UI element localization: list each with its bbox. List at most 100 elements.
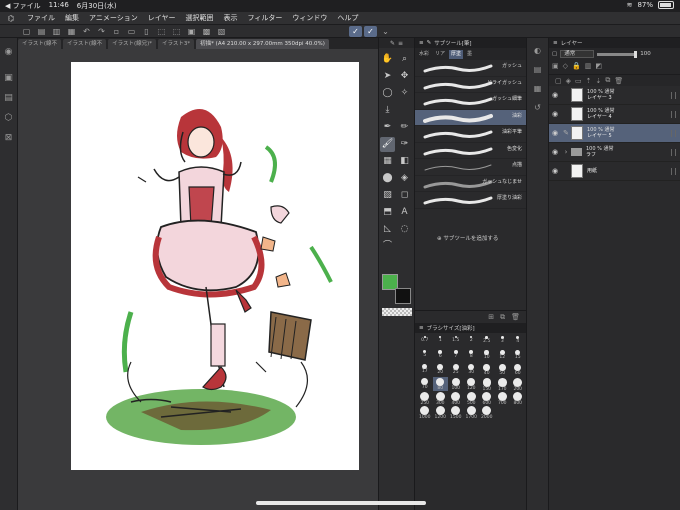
color-wheel-icon[interactable]: ◐	[532, 45, 544, 57]
brush-item[interactable]: ドライガッシュ	[415, 77, 526, 93]
menu-view[interactable]: 表示	[219, 13, 243, 23]
blend-mode-select[interactable]: 通常	[560, 50, 595, 58]
brush-size-option[interactable]: 170	[495, 377, 511, 392]
snap-icon[interactable]: ✓	[364, 25, 377, 37]
menu-icon[interactable]: ≡	[398, 40, 403, 47]
brush-size-option[interactable]: 5	[417, 349, 433, 363]
invert-icon[interactable]: ⬚	[170, 26, 183, 37]
brush-size-option[interactable]: 700	[495, 391, 511, 406]
mask-icon[interactable]: ◩	[595, 62, 602, 70]
new-raster-icon[interactable]: ▢	[555, 77, 562, 85]
subtool-tab-active[interactable]: 厚塗	[449, 49, 464, 59]
eye-icon[interactable]: ◉	[549, 167, 561, 175]
figure-icon[interactable]: ◻	[397, 188, 412, 203]
back-to-files-link[interactable]: ◀ ファイル	[5, 1, 41, 11]
menu-layer[interactable]: レイヤー	[143, 13, 181, 23]
panel-icon[interactable]: ▣	[3, 72, 15, 84]
balloon-icon[interactable]: ◌	[397, 222, 412, 237]
deselect-icon[interactable]: ⬚	[155, 26, 168, 37]
reference-layer-icon[interactable]: ◇	[563, 62, 568, 70]
doc-tab[interactable]: イラスト3*	[158, 38, 195, 49]
lock-alpha-icon[interactable]: ▥	[585, 62, 592, 70]
brush-size-option[interactable]: 2	[464, 335, 480, 349]
brush-item[interactable]: 油彩	[415, 109, 526, 126]
clip-icon[interactable]: ▣	[552, 62, 559, 70]
brush-size-option[interactable]: 0.7	[417, 335, 433, 349]
gradient-icon[interactable]: ▧	[380, 188, 395, 203]
subtool-tab[interactable]: 墨	[465, 50, 474, 59]
doc-tab-active[interactable]: 初描* (A4 210.00 x 297.00mm 350dpi 40.0%)	[196, 38, 329, 49]
add-icon[interactable]: ⊞	[488, 313, 494, 321]
menu-filter[interactable]: フィルター	[243, 13, 288, 23]
layer-panel-icon[interactable]: ▦	[532, 83, 544, 95]
brush-size-option[interactable]: 1500	[448, 405, 464, 420]
ref-icon[interactable]: ▢	[552, 51, 557, 57]
brush-size-option[interactable]: 8	[464, 349, 480, 363]
magic-wand-icon[interactable]: ✧	[397, 86, 412, 101]
zoom-icon[interactable]: ⌕	[397, 52, 412, 67]
pencil-icon[interactable]: ✏	[397, 120, 412, 135]
brush-size-option[interactable]: 100	[448, 377, 464, 391]
drag-handle[interactable]	[671, 111, 676, 118]
brush-size-option[interactable]: 1	[433, 335, 449, 349]
brush-size-option[interactable]: 30	[464, 363, 480, 377]
brush-size-option[interactable]: 50	[495, 363, 511, 377]
eye-icon[interactable]: ◉	[549, 110, 561, 118]
brush-size-option[interactable]: 6	[433, 349, 449, 363]
brush-size-option[interactable]: 10	[479, 349, 495, 363]
copy-icon[interactable]: ▯	[140, 26, 153, 37]
brush-size-option[interactable]: 15	[510, 349, 526, 363]
delete-layer-icon[interactable]: 🗑	[614, 77, 623, 85]
reference-icon[interactable]: ⊠	[3, 132, 15, 144]
hand-icon[interactable]: ✋	[380, 52, 395, 67]
eye-icon[interactable]: ◉	[549, 129, 561, 137]
eye-icon[interactable]: ◉	[549, 91, 561, 99]
brush-size-option[interactable]: 120	[464, 377, 480, 391]
undo-icon[interactable]: ↶	[80, 26, 93, 37]
move-icon[interactable]: ✥	[397, 69, 412, 84]
brush-item[interactable]: ガッシュ	[415, 60, 526, 77]
lock-icon[interactable]: 🔒	[572, 62, 581, 70]
layer-folder[interactable]: ◉ › 100 % 通常 ラフ	[549, 143, 680, 162]
cut-icon[interactable]: ▭	[125, 26, 138, 37]
lasso-icon[interactable]: ◯	[380, 86, 395, 101]
transparent-color-swatch[interactable]	[382, 308, 412, 316]
open-icon[interactable]: ▤	[35, 26, 48, 37]
layer-row[interactable]: ◉ 100 % 通常 レイヤー 3	[549, 86, 680, 105]
canvas-paper[interactable]	[71, 62, 359, 470]
brush-item[interactable]: 点描	[415, 159, 526, 176]
material-icon[interactable]: ⬡	[3, 112, 15, 124]
brush-icon[interactable]: 🖌	[380, 137, 395, 152]
eye-icon[interactable]: ◉	[549, 148, 561, 156]
drag-handle[interactable]	[671, 168, 676, 175]
brush-item[interactable]: 厚塗り油彩	[415, 192, 526, 209]
new-folder-icon[interactable]: ▭	[575, 77, 582, 85]
brush-item[interactable]: ガッシュなじませ	[415, 176, 526, 192]
brush-size-option[interactable]: 500	[464, 391, 480, 406]
transform-icon[interactable]: ▣	[185, 26, 198, 37]
brush-size-option[interactable]: 12	[495, 349, 511, 363]
brush-size-option[interactable]: 1000	[417, 405, 433, 420]
app-menu-icon[interactable]: ⌬	[0, 14, 22, 23]
brush-size-option[interactable]: 40	[479, 363, 495, 377]
new-vector-icon[interactable]: ◈	[566, 77, 571, 85]
brush-size-option[interactable]: 200	[510, 377, 526, 392]
menu-icon[interactable]: ≡	[419, 325, 424, 331]
merge-icon[interactable]: ⧉	[605, 76, 610, 85]
brush-size-option[interactable]: 3	[495, 335, 511, 349]
airbrush-icon[interactable]: ✑	[397, 137, 412, 152]
menu-help[interactable]: ヘルプ	[332, 13, 363, 23]
layer-row[interactable]: ◉ 100 % 通常 レイヤー 4	[549, 105, 680, 124]
brush-size-option[interactable]: 80	[432, 377, 448, 391]
subtool-tab[interactable]: 水彩	[417, 50, 431, 59]
brush-size-option[interactable]: 400	[448, 391, 464, 406]
brush-size-option[interactable]: 1.5	[448, 335, 464, 349]
brush-item[interactable]: 色変化	[415, 143, 526, 159]
operation-icon[interactable]: ➤	[380, 69, 395, 84]
doc-tab[interactable]: イラスト(線不	[63, 38, 107, 49]
brush-size-option[interactable]: 20	[433, 363, 449, 377]
correct-line-icon[interactable]: ⌒	[380, 239, 395, 254]
eyedropper-icon[interactable]: ⤓	[380, 103, 395, 118]
brush-size-option[interactable]: 800	[510, 391, 526, 406]
brush-size-option[interactable]: 60	[510, 363, 526, 377]
